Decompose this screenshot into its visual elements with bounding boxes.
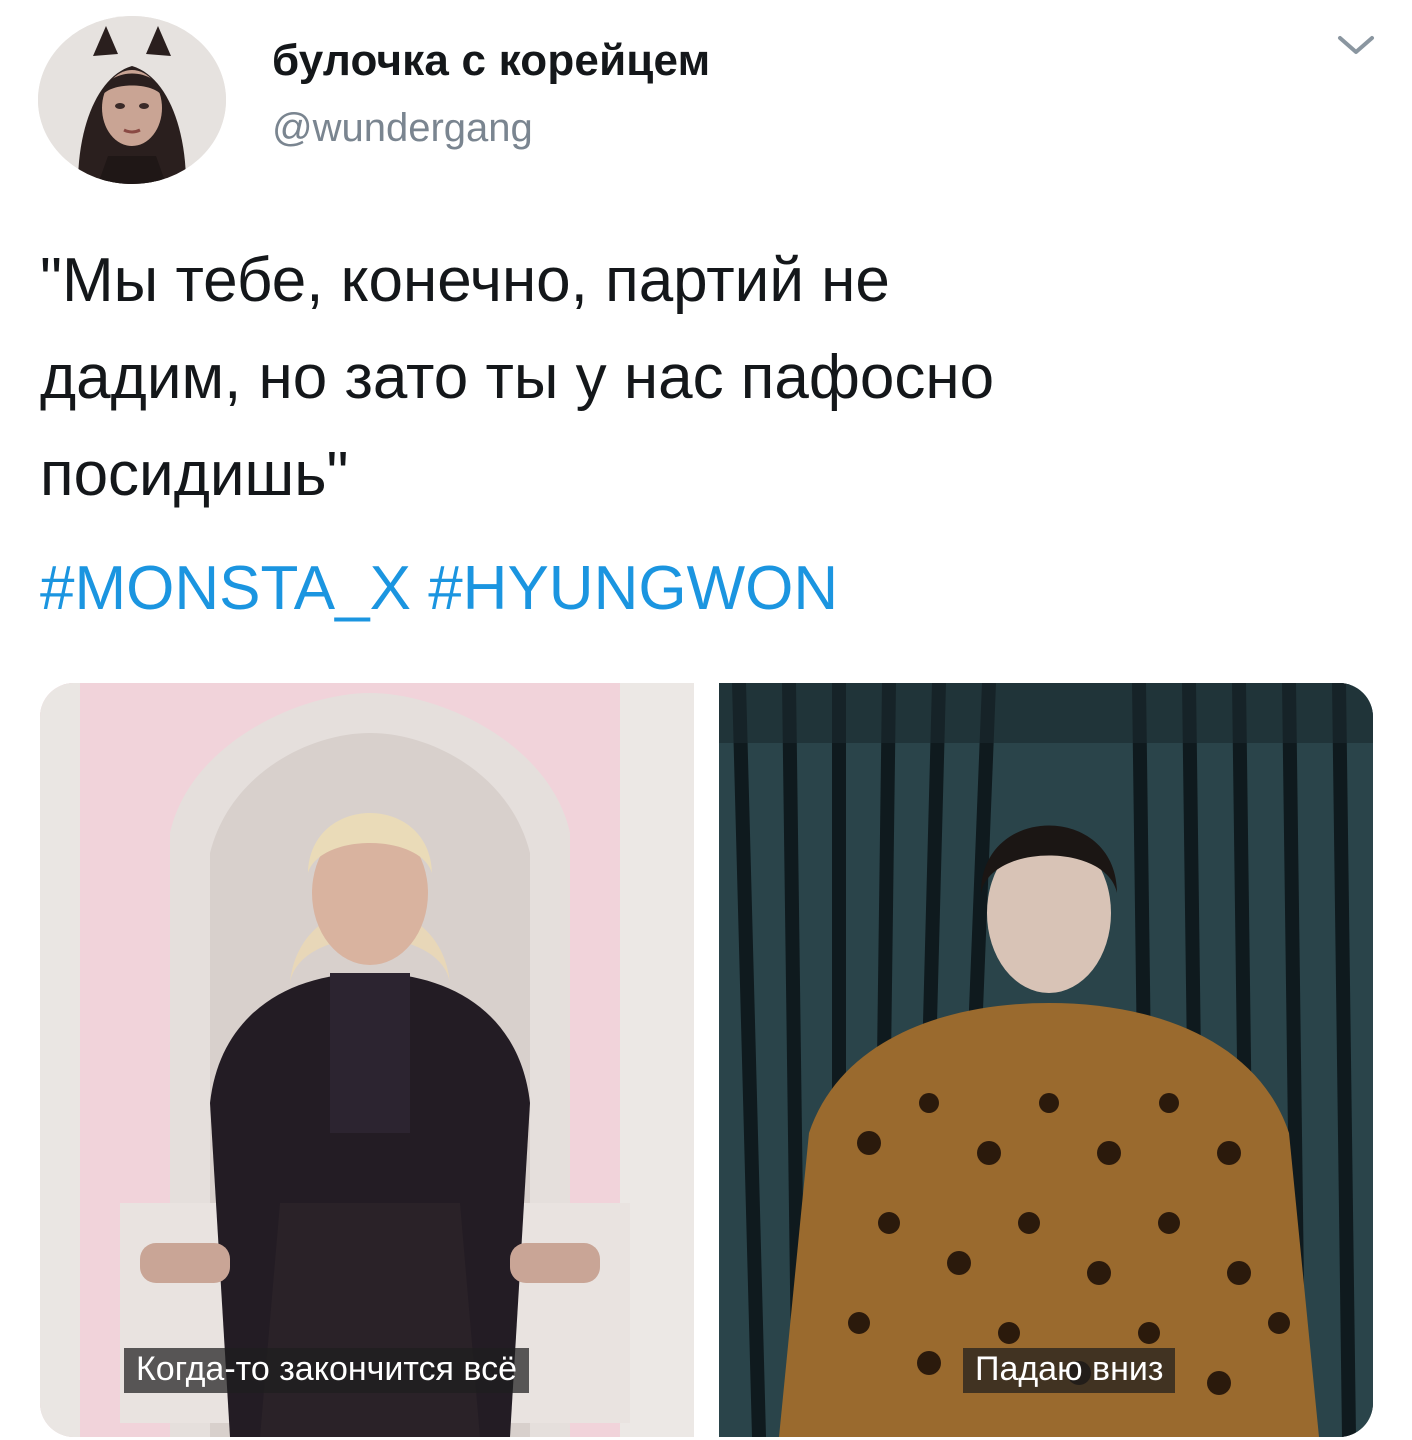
media-caption: Когда-то закончится всё (124, 1348, 529, 1393)
user-avatar-icon (38, 16, 226, 184)
avatar[interactable] (38, 16, 226, 184)
media-caption: Падаю вниз (963, 1348, 1176, 1393)
cage-photo (719, 683, 1373, 1437)
author-handle[interactable]: @wundergang (272, 106, 533, 151)
tweet-menu-button[interactable] (1334, 30, 1378, 60)
media-image-right[interactable]: Падаю вниз (719, 683, 1373, 1437)
chevron-down-icon (1338, 36, 1374, 54)
throne-photo (40, 683, 694, 1437)
hashtag-row: #MONSTA_X #HYUNGWON (40, 540, 838, 637)
media-image-left[interactable]: Когда-то закончится всё (40, 683, 694, 1437)
tweet-text-line: "Мы тебе, конечно, партий не (40, 246, 890, 315)
tweet: булочка с корейцем @wundergang "Мы тебе,… (0, 0, 1412, 1440)
hashtag-link[interactable]: #MONSTA_X (40, 554, 411, 623)
tweet-text: "Мы тебе, конечно, партий не дадим, но з… (40, 232, 1380, 523)
author-display-name[interactable]: булочка с корейцем (272, 36, 710, 86)
hashtag-link[interactable]: #HYUNGWON (428, 554, 838, 623)
tweet-text-line: посидишь" (40, 440, 349, 509)
tweet-text-line: дадим, но зато ты у нас пафосно (40, 343, 995, 412)
